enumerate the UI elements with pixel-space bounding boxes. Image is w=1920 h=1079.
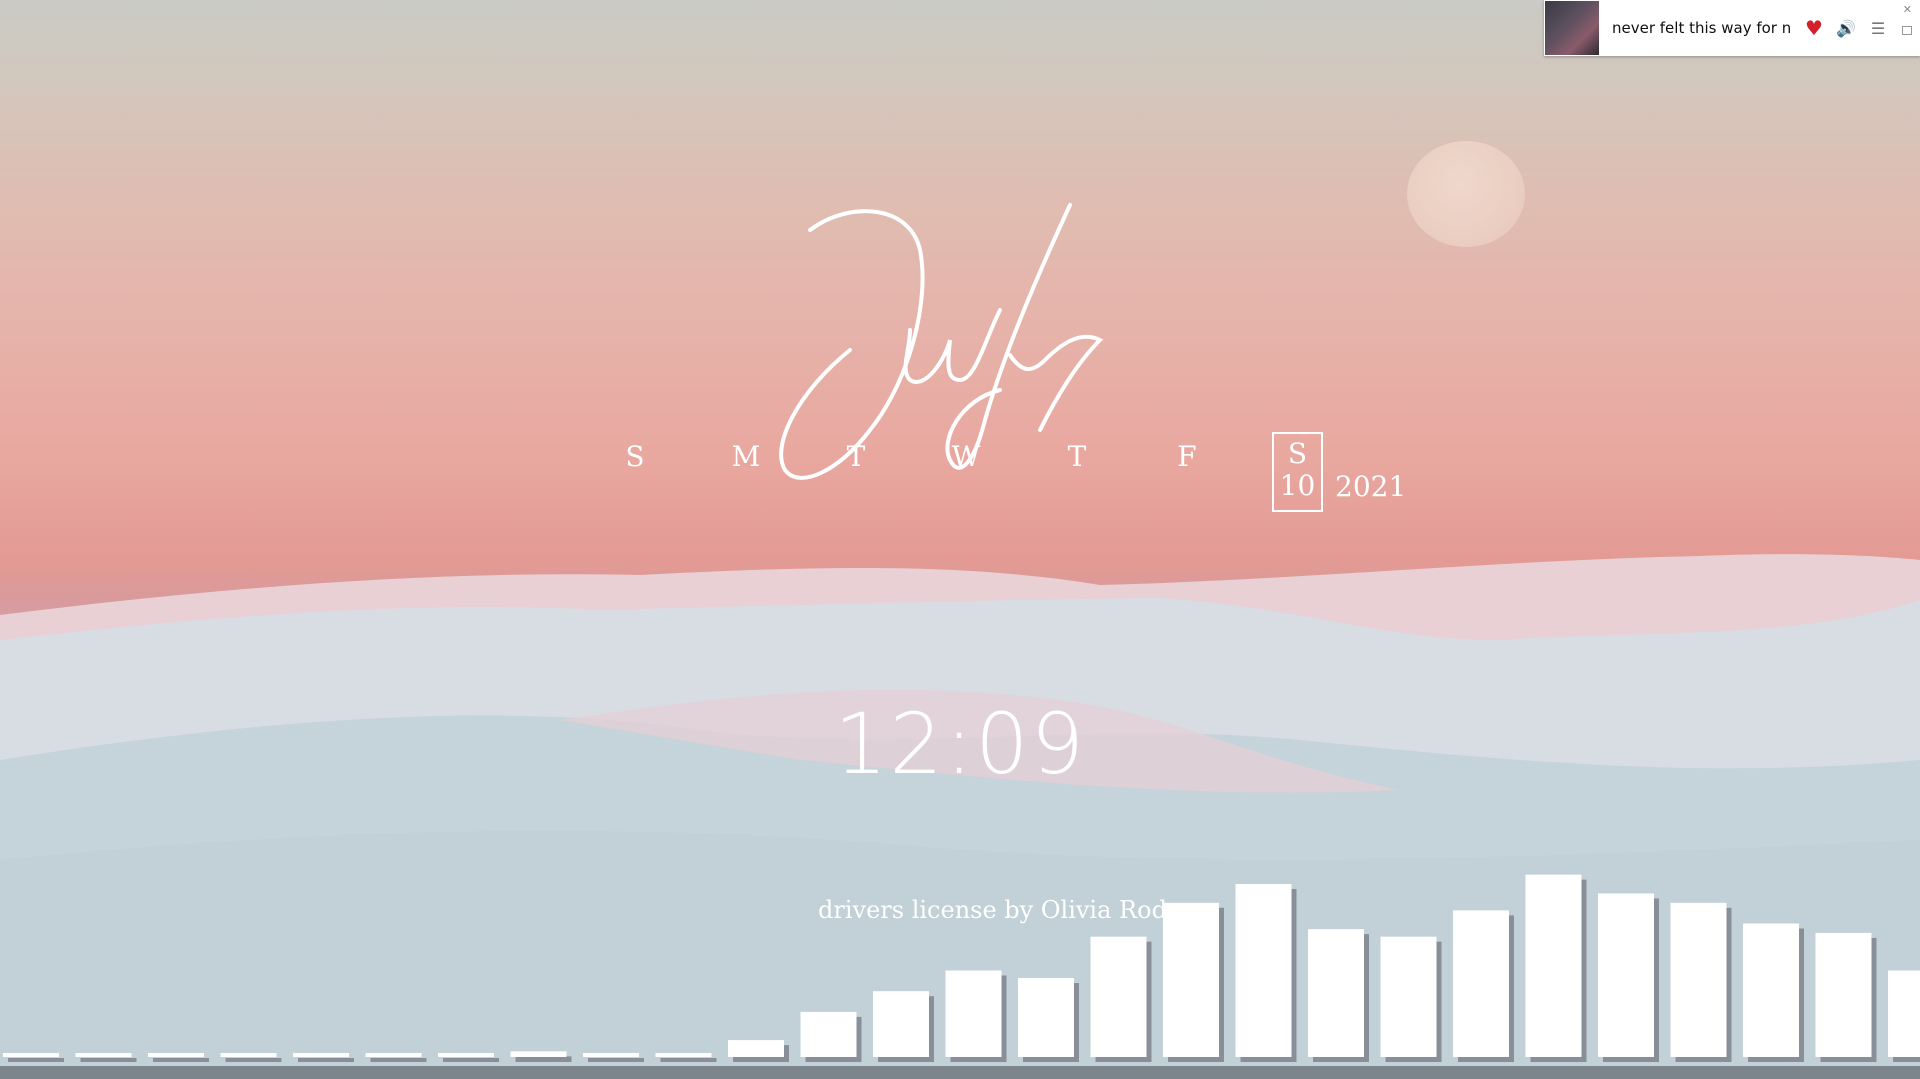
visualizer-bar-shadow [80, 1058, 137, 1062]
visualizer-bar [1670, 902, 1727, 1057]
visualizer-bar [1598, 893, 1654, 1057]
visualizer-bar [728, 1040, 784, 1057]
visualizer-bar [1888, 970, 1920, 1057]
visualizer-bar [1380, 936, 1437, 1057]
visualizer-bar [1743, 923, 1799, 1057]
visualizer-bar [583, 1053, 639, 1057]
visualizer-bar [1815, 932, 1872, 1057]
visualizer-bar [655, 1053, 712, 1057]
visualizer-bar [510, 1051, 567, 1057]
visualizer-bar [365, 1053, 422, 1057]
visualizer-bar-shadow [153, 1058, 209, 1062]
visualizer-bar [148, 1053, 204, 1057]
visualizer-bar [220, 1053, 277, 1057]
visualizer-bar [1235, 884, 1292, 1057]
visualizer-bar-shadow [588, 1058, 644, 1062]
visualizer-bar-shadow [515, 1056, 572, 1062]
visualizer-bar [873, 991, 929, 1057]
visualizer-bar [945, 970, 1002, 1057]
visualizer-bar-shadow [660, 1058, 717, 1062]
visualizer-bar [75, 1053, 132, 1057]
visualizer-bar-shadow [298, 1058, 354, 1062]
visualizer-bar [1018, 978, 1074, 1057]
visualizer-bar [1525, 874, 1582, 1057]
visualizer-bar [293, 1053, 349, 1057]
visualizer-bar [1090, 936, 1147, 1057]
visualizer-bar-shadow [8, 1058, 64, 1062]
visualizer-bar-shadow [443, 1058, 499, 1062]
visualizer-bar [1308, 929, 1364, 1057]
audio-visualizer [3, 874, 1920, 1062]
visualizer-bar [438, 1053, 494, 1057]
visualizer-bar [1163, 902, 1219, 1057]
visualizer-bar [3, 1053, 59, 1057]
visualizer-bar [800, 1011, 857, 1057]
visualizer-bar-shadow [225, 1058, 282, 1062]
visualizer-bar-shadow [370, 1058, 427, 1062]
visualizer-bar [1453, 910, 1509, 1057]
bottom-strip [0, 1066, 1920, 1079]
